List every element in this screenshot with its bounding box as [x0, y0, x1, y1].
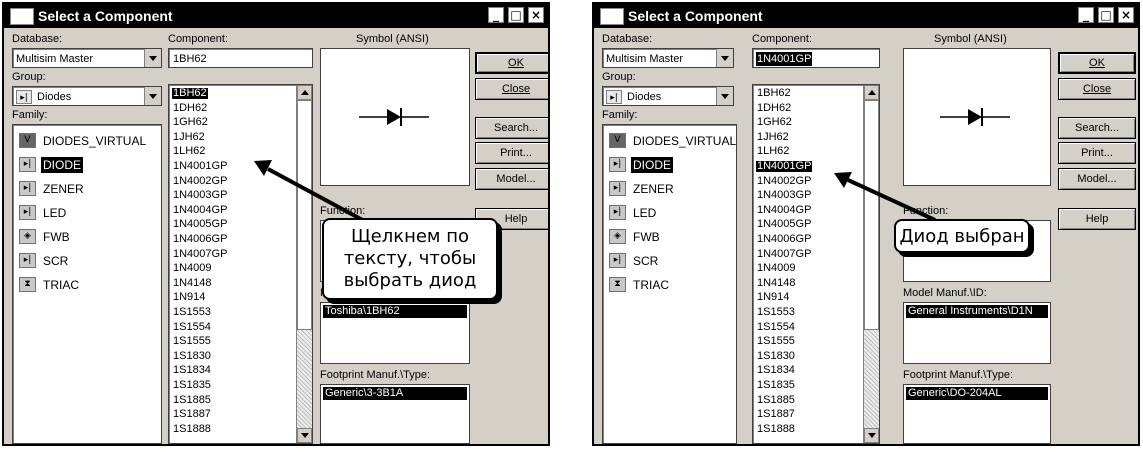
callout-line-2: тексту, чтобы: [343, 248, 477, 269]
arrow-right: [847, 178, 936, 222]
callout-line-3: выбрать диод: [343, 270, 477, 291]
callout-line-1: Щелкнем по: [350, 226, 470, 247]
callout-diode-selected: Диод выбран: [894, 219, 1030, 253]
arrow-left: [267, 167, 371, 226]
callout-line-1: Диод выбран: [899, 226, 1025, 247]
callout-click-to-select: Щелкнем по тексту, чтобы выбрать диод: [322, 218, 498, 300]
